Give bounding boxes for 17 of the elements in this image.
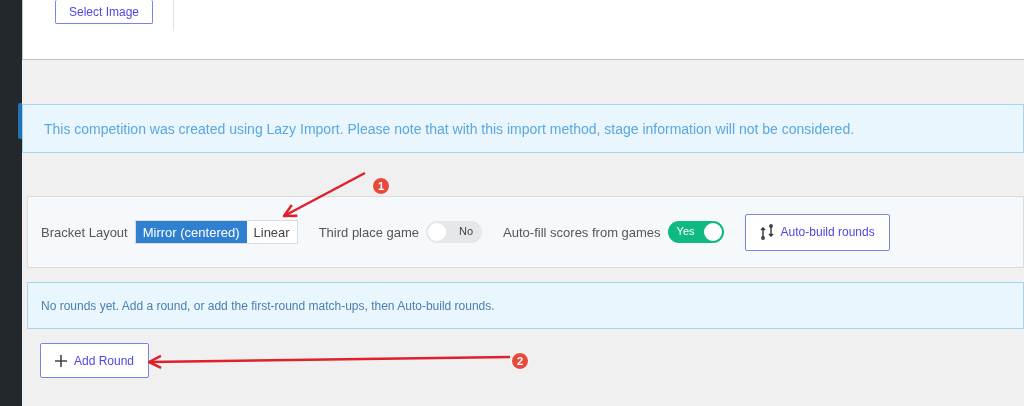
step-badge: 1 (372, 177, 390, 195)
toggle-label: Auto-fill scores from games (503, 224, 661, 240)
toggle-switch[interactable]: No (426, 221, 483, 243)
step-badge: 2 (511, 352, 529, 370)
auto-build-button[interactable]: Auto-build rounds (744, 213, 890, 251)
swap-arrows-icon (759, 224, 774, 240)
add-round-button[interactable]: Add Round (40, 343, 150, 378)
toggle-label: Third place game (318, 224, 420, 240)
notice-text: This competition was created using Lazy Import. Please note that with this import method, stage information will not be considered. (44, 120, 855, 137)
empty-message: No rounds yet. Add a round, or add the first-round match-ups, then Auto-build rounds. (41, 298, 495, 313)
select-image-button[interactable]: Select Image (55, 0, 153, 24)
layout-option[interactable]: Mirror (centered) (135, 221, 247, 243)
layout-option[interactable]: Linear (246, 221, 297, 243)
image-card[interactable]: Select Image (22, 0, 1024, 60)
plus-icon (55, 354, 67, 367)
bracket-layout-label: Bracket Layout (41, 224, 128, 240)
active-marker (18, 103, 22, 139)
